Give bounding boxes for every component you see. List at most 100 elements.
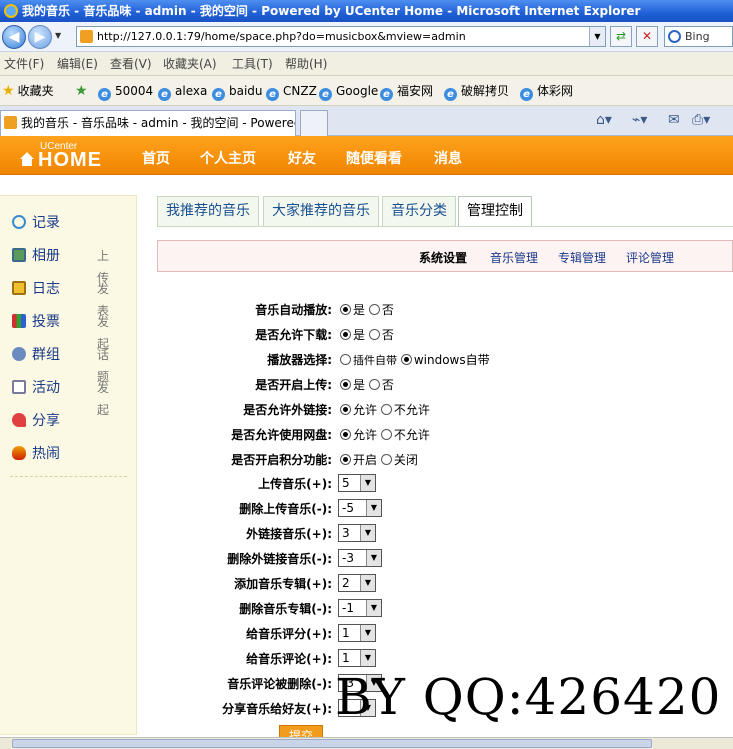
chevron-down-icon: ▼ (366, 500, 381, 516)
sidebar-item-album[interactable]: 相册 上传 (12, 245, 109, 285)
notebook-icon (12, 281, 26, 295)
site-logo[interactable]: HOME (20, 149, 102, 172)
radio-allow[interactable] (340, 404, 351, 415)
browser-tab-active[interactable]: 我的音乐 - 音乐品味 - admin - 我的空间 - Powered ... (0, 110, 296, 136)
history-dropdown-icon[interactable]: ▼ (55, 31, 61, 40)
calendar-icon (12, 380, 26, 394)
search-input[interactable]: Bing (664, 26, 733, 47)
nav-messages[interactable]: 消息 (434, 148, 462, 168)
subnav-system-settings[interactable]: 系统设置 (419, 249, 467, 266)
radio-yes[interactable] (340, 329, 351, 340)
horizontal-scrollbar[interactable] (0, 737, 733, 749)
tab-my-recommended[interactable]: 我推荐的音乐 (157, 196, 259, 226)
rss-icon[interactable]: ⌁▾ (632, 112, 647, 128)
select-delete-album[interactable]: -1 ▼ (338, 599, 382, 617)
fav-link-alexa[interactable]: e alexa (158, 76, 207, 106)
menu-file[interactable]: 文件(F) (4, 52, 44, 76)
chevron-down-icon: ▼ (360, 625, 375, 641)
radio-label: 不允许 (393, 403, 430, 417)
radio-on[interactable] (340, 454, 351, 465)
menu-edit[interactable]: 编辑(E) (57, 52, 98, 76)
nav-profile[interactable]: 个人主页 (200, 148, 256, 168)
forward-button[interactable]: ▶ (28, 25, 52, 49)
subnav-album-manage[interactable]: 专辑管理 (558, 249, 606, 266)
sidebar-item-label: 日志 (32, 281, 60, 297)
stop-icon[interactable]: ✕ (636, 26, 658, 47)
site-header: UCenter HOME 首页 个人主页 好友 随便看看 消息 (0, 136, 733, 175)
ie-page-icon: e (158, 88, 171, 101)
select-value: 2 (342, 576, 350, 590)
radio-no[interactable] (368, 379, 380, 390)
sidebar-item-label: 相册 (32, 248, 60, 264)
window-title: 我的音乐 - 音乐品味 - admin - 我的空间 - Powered by … (22, 4, 641, 18)
radio-yes[interactable] (340, 379, 351, 390)
fav-link-cnzz[interactable]: e CNZZ (266, 76, 317, 106)
radio-no[interactable] (368, 304, 380, 315)
address-dropdown-icon[interactable]: ▼ (589, 27, 605, 46)
nav-friends[interactable]: 好友 (288, 148, 316, 168)
fav-link-baidu[interactable]: e baidu (212, 76, 263, 106)
home-icon[interactable]: ⌂▾ (596, 112, 612, 128)
select-external-music[interactable]: 3 ▼ (338, 524, 376, 542)
ie-page-icon: e (98, 88, 111, 101)
select-delete-upload[interactable]: -5 ▼ (338, 499, 382, 517)
mail-icon[interactable]: ✉ (668, 112, 680, 128)
back-button[interactable]: ◀ (2, 25, 26, 49)
tab-admin-control[interactable]: 管理控制 (458, 196, 532, 227)
favorites-button[interactable]: ★ 收藏夹 (2, 76, 54, 106)
chat-icon (12, 215, 26, 229)
menu-favorites[interactable]: 收藏夹(A) (163, 52, 217, 76)
radio-allow[interactable] (340, 429, 351, 440)
radio-disallow[interactable] (380, 404, 392, 415)
menu-tools[interactable]: 工具(T) (232, 52, 273, 76)
sidebar-item-group[interactable]: 群组 话题 (12, 344, 109, 384)
menu-view[interactable]: 查看(V) (110, 52, 152, 76)
radio-plugin[interactable] (340, 354, 351, 365)
select-upload-music[interactable]: 5 ▼ (338, 474, 376, 492)
watermark-text: BY QQ:426420 (335, 668, 722, 726)
radio-windows[interactable] (400, 354, 412, 365)
add-favorite-icon[interactable]: ★ (75, 76, 91, 106)
sidebar-subaction[interactable]: 发起 (97, 377, 109, 421)
subnav-comment-manage[interactable]: 评论管理 (626, 249, 674, 266)
address-bar[interactable]: http://127.0.0.1:79/home/space.php?do=mu… (76, 26, 606, 47)
fav-link-ticai[interactable]: e 体彩网 (520, 76, 573, 106)
select-comment-music[interactable]: 1 ▼ (338, 649, 376, 667)
field-label: 分享音乐给好友(+): (222, 702, 332, 716)
fav-link-google[interactable]: e Google (319, 76, 378, 106)
fav-link-50004[interactable]: e 50004 (98, 76, 153, 106)
sidebar-item-share[interactable]: 分享 (12, 410, 60, 432)
menu-help[interactable]: 帮助(H) (285, 52, 327, 76)
sidebar-item-records[interactable]: 记录 (12, 212, 60, 234)
select-value: -3 (342, 551, 354, 565)
radio-group-autoplay: 是 否 (340, 301, 394, 318)
select-rate-music[interactable]: 1 ▼ (338, 624, 376, 642)
tab-music-category[interactable]: 音乐分类 (382, 196, 456, 226)
radio-no[interactable] (368, 329, 380, 340)
fav-link-pojie[interactable]: e 破解拷贝 (444, 76, 509, 106)
favorites-label: 收藏夹 (17, 84, 54, 98)
radio-off[interactable] (380, 454, 392, 465)
sidebar-item-event[interactable]: 活动 发起 (12, 377, 109, 417)
select-delete-external[interactable]: -3 ▼ (338, 549, 382, 567)
tab-all-recommended[interactable]: 大家推荐的音乐 (263, 196, 379, 226)
fav-link-fuan[interactable]: e 福安网 (380, 76, 433, 106)
sidebar-item-hot[interactable]: 热闹 (12, 443, 60, 465)
subnav-music-manage[interactable]: 音乐管理 (490, 249, 538, 266)
radio-label: 开启 (353, 453, 378, 467)
sidebar-item-blog[interactable]: 日志 发表 (12, 278, 109, 318)
nav-home[interactable]: 首页 (142, 148, 170, 168)
browser-tab-label: 我的音乐 - 音乐品味 - admin - 我的空间 - Powered ... (21, 116, 296, 130)
new-tab-button[interactable] (300, 110, 328, 136)
nav-browse[interactable]: 随便看看 (346, 148, 402, 168)
radio-label: 否 (381, 303, 394, 317)
radio-disallow[interactable] (380, 429, 392, 440)
page-icon (4, 116, 17, 129)
radio-yes[interactable] (340, 304, 351, 315)
ie-page-icon: e (212, 88, 225, 101)
select-add-album[interactable]: 2 ▼ (338, 574, 376, 592)
sidebar-item-poll[interactable]: 投票 发起 (12, 311, 109, 351)
scrollbar-thumb[interactable] (12, 739, 652, 748)
print-icon[interactable]: ⎙▾ (692, 112, 710, 128)
refresh-icon[interactable]: ⇄ (610, 26, 632, 47)
